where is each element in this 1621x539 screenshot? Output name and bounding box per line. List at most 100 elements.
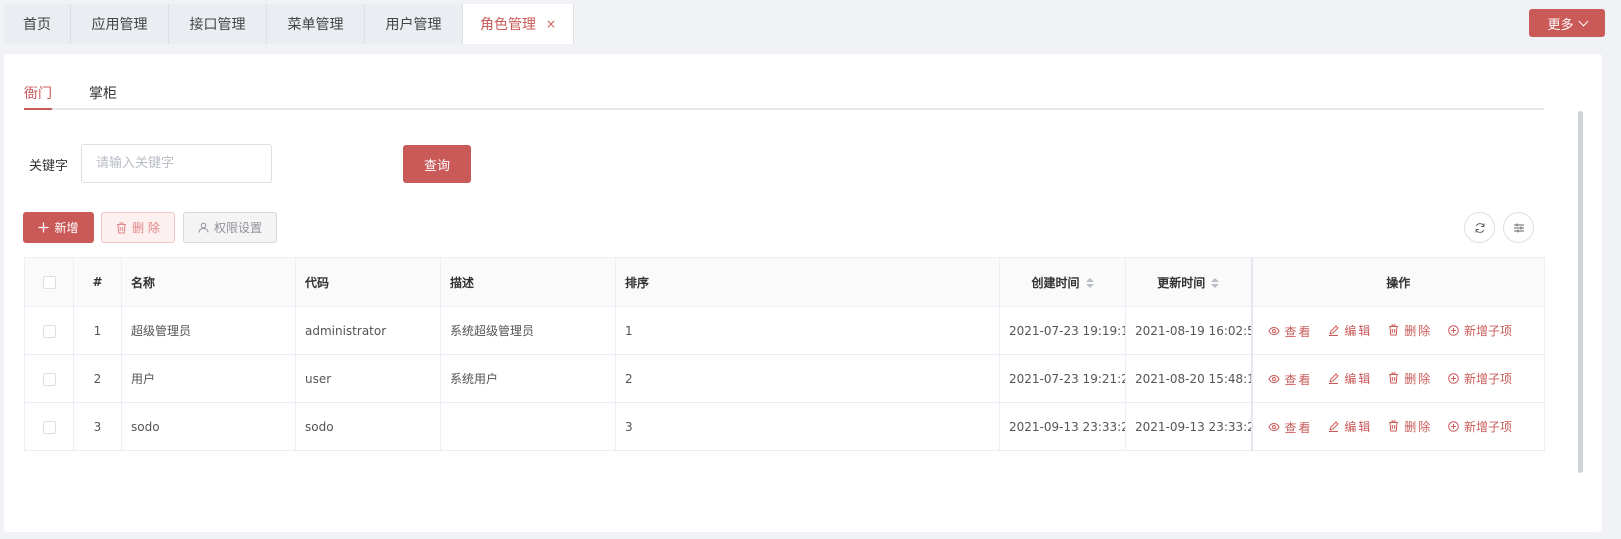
row-code: user (295, 354, 441, 403)
row-select-cell (24, 402, 74, 451)
row-updated: 2021-08-20 15:48:16 (1125, 354, 1252, 403)
table-header-row: # 名称 代码 描述 排序 创建时间 更新时间 操作 (24, 257, 1545, 307)
eye-icon (1267, 326, 1280, 336)
tab-role-management[interactable]: 角色管理 × (463, 4, 574, 44)
keyword-input[interactable] (81, 144, 272, 183)
tab-api-management[interactable]: 接口管理 (169, 4, 267, 44)
plus-circle-icon (1448, 421, 1459, 432)
trash-icon (1389, 372, 1399, 384)
sub-tabs: 衙门 掌柜 (24, 80, 1544, 110)
col-updated[interactable]: 更新时间 (1125, 257, 1252, 307)
delete-label: 删除 (1404, 419, 1433, 434)
query-button[interactable]: 查询 (403, 145, 471, 183)
row-code: administrator (295, 306, 441, 355)
more-label: 更多 (1547, 17, 1574, 33)
edit-icon (1329, 325, 1340, 336)
delete-link[interactable]: 删除 (1388, 370, 1432, 387)
row-created: 2021-07-23 19:19:10 (999, 306, 1126, 355)
delete-link[interactable]: 删除 (1388, 418, 1432, 435)
main-panel: 衙门 掌柜 关键字 查询 新增 删 除 权限设置 # 名称 代码 描述 (4, 54, 1602, 532)
row-actions: 查看 编辑 删除 新增子项 (1250, 402, 1545, 451)
row-desc: 系统超级管理员 (440, 306, 616, 355)
tab-label: 用户管理 (385, 17, 442, 33)
user-icon (198, 222, 209, 233)
view-label: 查看 (1284, 372, 1313, 387)
page-tabs: 首页 应用管理 接口管理 菜单管理 用户管理 角色管理 × (4, 4, 574, 45)
add-button[interactable]: 新增 (23, 212, 94, 243)
view-link[interactable]: 查看 (1267, 323, 1313, 340)
select-all-cell (24, 257, 74, 307)
add-child-link[interactable]: 新增子项 (1448, 322, 1512, 339)
edit-link[interactable]: 编辑 (1328, 370, 1372, 387)
tab-label: 应用管理 (91, 17, 148, 33)
plus-circle-icon (1448, 373, 1459, 384)
edit-link[interactable]: 编辑 (1328, 418, 1372, 435)
tab-label: 角色管理 (479, 17, 536, 33)
col-sort: 排序 (615, 257, 1000, 307)
row-updated: 2021-08-19 16:02:50 (1125, 306, 1252, 355)
col-created[interactable]: 创建时间 (999, 257, 1126, 307)
table-row: 2 用户 user 系统用户 2 2021-07-23 19:21:23 202… (24, 354, 1545, 403)
row-desc: 系统用户 (440, 354, 616, 403)
view-label: 查看 (1284, 324, 1313, 339)
view-label: 查看 (1284, 420, 1313, 435)
keyword-label: 关键字 (29, 159, 69, 174)
sort-icon[interactable] (1085, 278, 1094, 288)
eye-icon (1267, 422, 1280, 432)
tab-home[interactable]: 首页 (4, 4, 71, 44)
view-link[interactable]: 查看 (1267, 419, 1313, 436)
permission-label: 权限设置 (213, 221, 262, 235)
col-desc: 描述 (440, 257, 616, 307)
row-actions: 查看 编辑 删除 新增子项 (1250, 354, 1545, 403)
col-code: 代码 (295, 257, 441, 307)
subtab-yamen[interactable]: 衙门 (24, 83, 52, 110)
view-link[interactable]: 查看 (1267, 371, 1313, 388)
trash-icon (117, 222, 127, 233)
delete-label: 删 除 (132, 221, 160, 235)
add-child-label: 新增子项 (1464, 324, 1513, 338)
edit-icon (1329, 421, 1340, 432)
tab-menu-management[interactable]: 菜单管理 (267, 4, 365, 44)
select-all-checkbox[interactable] (42, 276, 56, 289)
row-desc (440, 402, 616, 451)
row-name: 用户 (121, 354, 296, 403)
subtab-zhanggui[interactable]: 掌柜 (89, 83, 117, 110)
col-updated-label: 更新时间 (1157, 275, 1206, 290)
row-name: sodo (121, 402, 296, 451)
tab-label: 菜单管理 (287, 17, 344, 33)
column-settings-button[interactable] (1503, 212, 1534, 243)
col-actions: 操作 (1250, 257, 1545, 307)
more-button[interactable]: 更多 (1529, 9, 1605, 37)
add-child-link[interactable]: 新增子项 (1448, 370, 1512, 387)
refresh-button[interactable] (1464, 212, 1495, 243)
edit-link[interactable]: 编辑 (1328, 322, 1372, 339)
sort-icon[interactable] (1211, 278, 1220, 288)
edit-icon (1329, 373, 1340, 384)
row-sort: 1 (615, 306, 1000, 355)
row-select-cell (24, 354, 74, 403)
tab-user-management[interactable]: 用户管理 (365, 4, 463, 44)
col-created-label: 创建时间 (1031, 275, 1080, 290)
row-checkbox[interactable] (42, 420, 56, 434)
row-sort: 3 (615, 402, 1000, 451)
refresh-icon (1475, 222, 1484, 233)
scrollbar[interactable] (1578, 111, 1583, 473)
add-child-link[interactable]: 新增子项 (1448, 418, 1512, 435)
row-actions: 查看 编辑 删除 新增子项 (1250, 306, 1545, 355)
permission-settings-button[interactable]: 权限设置 (183, 212, 277, 243)
row-sort: 2 (615, 354, 1000, 403)
close-icon[interactable]: × (546, 17, 556, 31)
tab-app-management[interactable]: 应用管理 (71, 4, 169, 44)
plus-circle-icon (1448, 325, 1459, 336)
delete-link[interactable]: 删除 (1388, 322, 1432, 339)
row-checkbox[interactable] (42, 324, 56, 338)
add-child-label: 新增子项 (1464, 420, 1513, 434)
row-name: 超级管理员 (121, 306, 296, 355)
row-created: 2021-07-23 19:21:23 (999, 354, 1126, 403)
row-index: 1 (73, 306, 122, 355)
row-checkbox[interactable] (42, 372, 56, 386)
delete-button[interactable]: 删 除 (101, 212, 175, 243)
row-code: sodo (295, 402, 441, 451)
trash-icon (1389, 420, 1399, 432)
roles-table: # 名称 代码 描述 排序 创建时间 更新时间 操作 1 超级管理员 admin… (24, 257, 1545, 451)
